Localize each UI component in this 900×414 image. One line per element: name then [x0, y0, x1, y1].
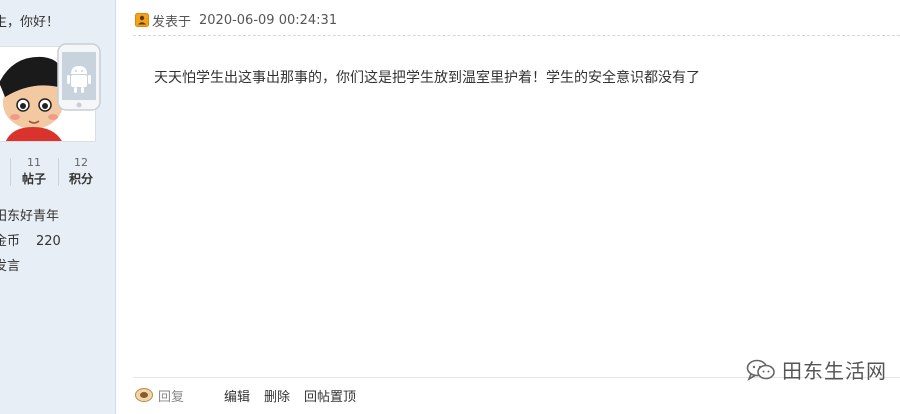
post-actions: 回复 编辑 删除 回帖置顶 [134, 384, 356, 406]
stat-points-count: 12 [74, 156, 88, 169]
coin-value: 220 [36, 234, 61, 249]
stat-posts[interactable]: 11 帖子 [14, 156, 54, 188]
reply-button[interactable]: 回复 [134, 386, 184, 405]
stat-posts-count: 11 [27, 156, 41, 169]
author-online-icon [135, 13, 149, 27]
send-message-link[interactable]: 发言 [0, 255, 20, 274]
stat-posts-label: 帖子 [21, 172, 46, 186]
user-title[interactable]: 田东好青年 [0, 205, 59, 224]
pin-reply-link[interactable]: 回帖置顶 [304, 386, 356, 405]
watermark-text: 田东生活网 [782, 359, 887, 383]
coin-row: 金币 220 [0, 230, 61, 249]
header-divider [133, 35, 900, 36]
post-timestamp: 2020-06-09 00:24:31 [199, 12, 338, 28]
post-content: 天天怕学生出这事出那事的，你们这是把学生放到温室里护着！学生的安全意识都没有了 [154, 70, 700, 86]
wechat-watermark: 田东生活网 [746, 355, 887, 384]
android-phone-icon [56, 42, 102, 112]
edit-link[interactable]: 编辑 [224, 386, 250, 405]
delete-link[interactable]: 删除 [264, 386, 290, 405]
user-stats: 11 帖子 12 积分 [0, 156, 115, 188]
post-time-label: 发表于 [152, 14, 192, 30]
wechat-icon [746, 359, 775, 381]
stat-divider [58, 158, 59, 186]
stat-points-label: 积分 [68, 172, 93, 186]
post-header: 发表于 2020-06-09 00:24:31 [135, 10, 337, 30]
stat-divider [10, 158, 11, 186]
greeting-text: 生，你好！ [0, 15, 60, 30]
reply-icon [135, 388, 153, 402]
user-sidebar: 生，你好！ 11 帖子 12 积分 田东好青年 币 220 言 [0, 0, 116, 414]
coin-label: 金币 [0, 234, 21, 249]
reply-label: 回复 [158, 389, 185, 405]
stat-points[interactable]: 12 积分 [61, 156, 101, 188]
